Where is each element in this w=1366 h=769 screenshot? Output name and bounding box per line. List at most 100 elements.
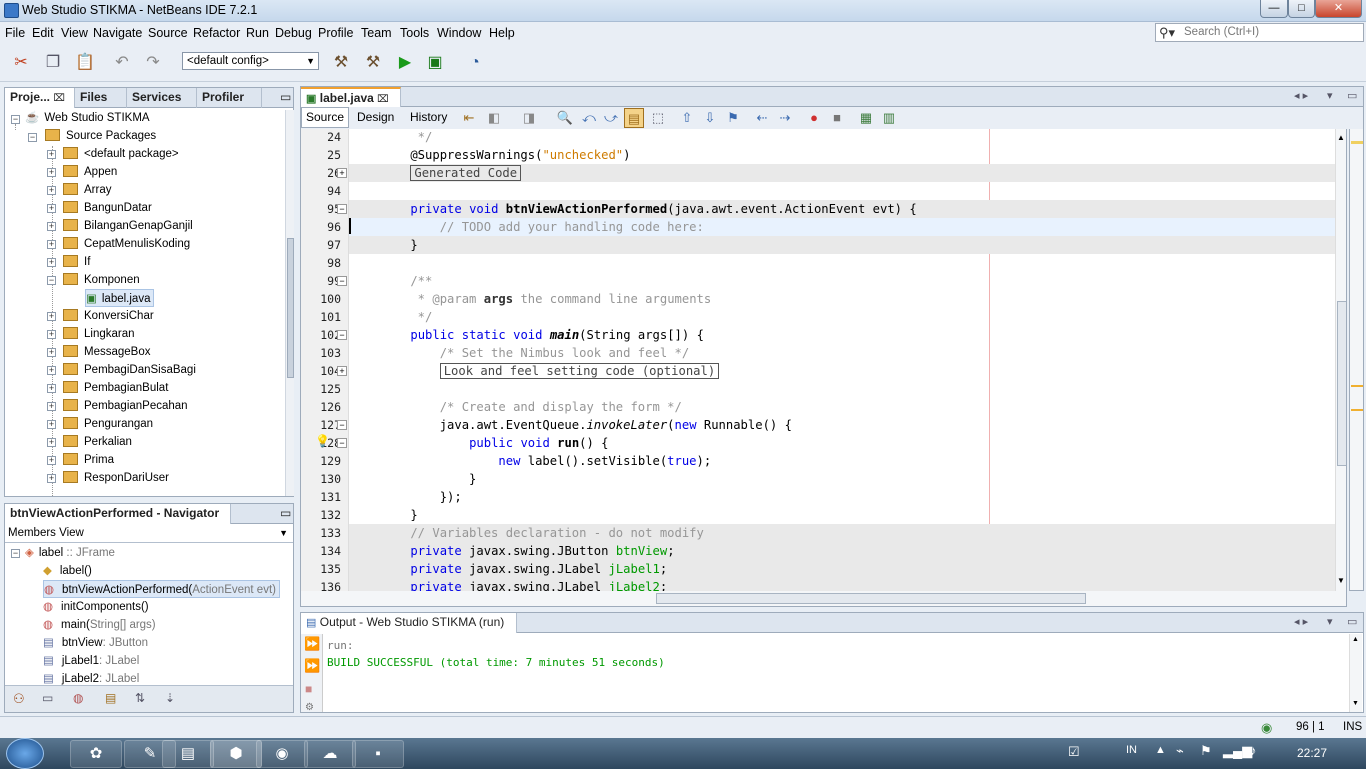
menu-file[interactable]: File bbox=[5, 26, 25, 40]
package-item[interactable]: PembagianBulat bbox=[63, 379, 168, 397]
expand-icon[interactable]: + bbox=[47, 366, 56, 375]
package-item[interactable]: KonversiChar bbox=[63, 307, 154, 325]
scroll-tabs-icon[interactable]: ◂ ▸ bbox=[1294, 615, 1308, 628]
show-static-icon[interactable]: ◍ bbox=[73, 691, 83, 705]
hint-bulb-icon[interactable]: 💡 bbox=[315, 434, 330, 448]
taskbar-app-6[interactable]: ☁ bbox=[304, 740, 356, 768]
minimize-pane-icon[interactable]: ▭ bbox=[275, 88, 296, 108]
package-item[interactable]: Lingkaran bbox=[63, 325, 135, 343]
package-item[interactable]: BangunDatar bbox=[63, 199, 152, 217]
navigator-member[interactable]: ▤ jLabel1: JLabel bbox=[43, 652, 139, 670]
project-root[interactable]: ☕ Web Studio STIKMA bbox=[25, 109, 150, 127]
tray-network-icon[interactable]: ▂▄▆ bbox=[1223, 743, 1252, 759]
taskbar-explorer-icon[interactable]: ▤ bbox=[162, 740, 214, 768]
tray-app-icon[interactable]: ☑ bbox=[1068, 744, 1080, 760]
expand-icon[interactable]: + bbox=[47, 348, 56, 357]
taskbar-app-1[interactable]: ✿ bbox=[70, 740, 122, 768]
package-item[interactable]: Perkalian bbox=[63, 433, 132, 451]
tray-clock[interactable]: 22:27 bbox=[1297, 746, 1327, 760]
package-item[interactable]: Array bbox=[63, 181, 111, 199]
collapse-icon[interactable]: − bbox=[11, 549, 20, 558]
maximize-button[interactable]: □ bbox=[1288, 0, 1315, 18]
package-item[interactable]: PembagiDanSisaBagi bbox=[63, 361, 196, 379]
find-icon[interactable]: 🔍 bbox=[555, 108, 575, 128]
editor-hscrollbar[interactable] bbox=[300, 591, 1347, 607]
start-button[interactable] bbox=[6, 738, 44, 769]
scroll-tabs-icon[interactable]: ◂ ▸ bbox=[1294, 89, 1308, 102]
collapse-fold-icon[interactable]: − bbox=[337, 420, 347, 430]
collapse-fold-icon[interactable]: − bbox=[337, 204, 347, 214]
tray-language[interactable]: IN bbox=[1126, 744, 1137, 756]
expand-icon[interactable]: + bbox=[47, 456, 56, 465]
folded-code-box[interactable]: Look and feel setting code (optional) bbox=[439, 363, 720, 379]
collapse-fold-icon[interactable]: − bbox=[337, 438, 347, 448]
expand-icon[interactable]: + bbox=[47, 258, 56, 267]
folded-code-box[interactable]: Generated Code bbox=[410, 165, 522, 181]
navigator-member[interactable]: ◍ btnViewActionPerformed(ActionEvent evt) bbox=[43, 580, 280, 598]
scroll-down-icon[interactable]: ▼ bbox=[1352, 700, 1359, 707]
tray-power-icon[interactable]: ⌁ bbox=[1176, 743, 1184, 759]
navigator-member[interactable]: ◍ initComponents() bbox=[43, 598, 149, 616]
taskbar-firefox-icon[interactable]: ◉ bbox=[256, 740, 308, 768]
package-item[interactable]: MessageBox bbox=[63, 343, 150, 361]
shift-right-icon[interactable]: ⇢ bbox=[775, 108, 795, 128]
notifications-icon[interactable]: ◉ bbox=[1261, 720, 1272, 736]
output-scrollbar[interactable]: ▲ ▼ bbox=[1349, 634, 1362, 712]
expand-fold-icon[interactable]: + bbox=[337, 366, 347, 376]
menu-view[interactable]: View bbox=[61, 26, 88, 40]
navigator-member[interactable]: ▤ jLabel2: JLabel bbox=[43, 670, 139, 688]
settings-icon[interactable]: ⚙ bbox=[305, 702, 314, 713]
debug-icon[interactable]: ▣ bbox=[424, 52, 446, 74]
menu-source[interactable]: Source bbox=[148, 26, 188, 40]
menu-edit[interactable]: Edit bbox=[32, 26, 54, 40]
config-select[interactable]: <default config> ▼ bbox=[182, 52, 319, 70]
expand-icon[interactable]: + bbox=[47, 150, 56, 159]
tray-flag-icon[interactable]: ⚑ bbox=[1200, 743, 1212, 759]
expand-icon[interactable]: + bbox=[47, 186, 56, 195]
error-stripe[interactable] bbox=[1349, 129, 1364, 591]
forward-icon[interactable]: ◨ bbox=[519, 108, 539, 128]
find-previous-icon[interactable]: ⤺ bbox=[579, 108, 599, 128]
expand-icon[interactable]: + bbox=[47, 438, 56, 447]
editor-vscrollbar[interactable]: ▲ ▼ bbox=[1335, 129, 1346, 591]
cut-icon[interactable]: ✂ bbox=[10, 52, 32, 74]
package-item[interactable]: <default package> bbox=[63, 145, 179, 163]
menu-profile[interactable]: Profile bbox=[318, 26, 353, 40]
search-input[interactable]: Search (Ctrl+I) bbox=[1184, 26, 1259, 38]
code-editor[interactable]: ▲ ▼ 24 */ 25 @SuppressWarnings("unchecked… bbox=[300, 129, 1347, 592]
profile-icon[interactable]: ◔ bbox=[464, 52, 486, 74]
members-view-select[interactable]: Members View ▼ bbox=[5, 525, 293, 543]
menu-debug[interactable]: Debug bbox=[275, 26, 312, 40]
close-button[interactable]: ✕ bbox=[1315, 0, 1362, 18]
shift-left-icon[interactable]: ⇠ bbox=[752, 108, 772, 128]
tab-services[interactable]: Services bbox=[127, 88, 197, 108]
package-item[interactable]: Pengurangan bbox=[63, 415, 153, 433]
package-item[interactable]: CepatMenulisKoding bbox=[63, 235, 190, 253]
tab-projects[interactable]: Proje... ⌧ bbox=[5, 88, 75, 108]
show-fields-icon[interactable]: ▭ bbox=[42, 691, 53, 705]
tray-expand-icon[interactable]: ▲ bbox=[1155, 744, 1166, 756]
projects-scrollbar[interactable] bbox=[285, 110, 294, 496]
redo-icon[interactable]: ↷ bbox=[142, 52, 164, 74]
package-item[interactable]: BilanganGenapGanjil bbox=[63, 217, 193, 235]
paste-icon[interactable]: 📋 bbox=[74, 52, 96, 74]
minimize-button[interactable]: — bbox=[1260, 0, 1288, 18]
expand-icon[interactable]: + bbox=[47, 474, 56, 483]
tab-list-icon[interactable]: ▾ bbox=[1327, 615, 1333, 628]
maximize-editor-icon[interactable]: ▭ bbox=[1347, 89, 1357, 102]
clean-build-icon[interactable]: ⚒ bbox=[362, 52, 384, 74]
rect-select-icon[interactable]: ⬚ bbox=[648, 108, 668, 128]
close-tab-icon[interactable]: ⌧ bbox=[377, 94, 389, 105]
expand-icon[interactable]: + bbox=[47, 312, 56, 321]
stop-macro-icon[interactable]: ■ bbox=[827, 108, 847, 128]
package-item[interactable]: PembagianPecahan bbox=[63, 397, 188, 415]
menu-team[interactable]: Team bbox=[361, 26, 392, 40]
record-macro-icon[interactable]: ● bbox=[804, 108, 824, 128]
navigator-member[interactable]: ◆ label() bbox=[43, 562, 92, 580]
tray-volume-icon[interactable]: ♪ bbox=[1250, 743, 1257, 758]
rerun-params-icon[interactable]: ⏩ bbox=[304, 658, 320, 674]
undo-icon[interactable]: ↶ bbox=[111, 52, 133, 74]
taskbar-netbeans-icon[interactable]: ⬢ bbox=[210, 740, 262, 768]
expand-icon[interactable]: + bbox=[47, 384, 56, 393]
search-box[interactable]: ⚲▾ Search (Ctrl+I) bbox=[1155, 23, 1364, 42]
